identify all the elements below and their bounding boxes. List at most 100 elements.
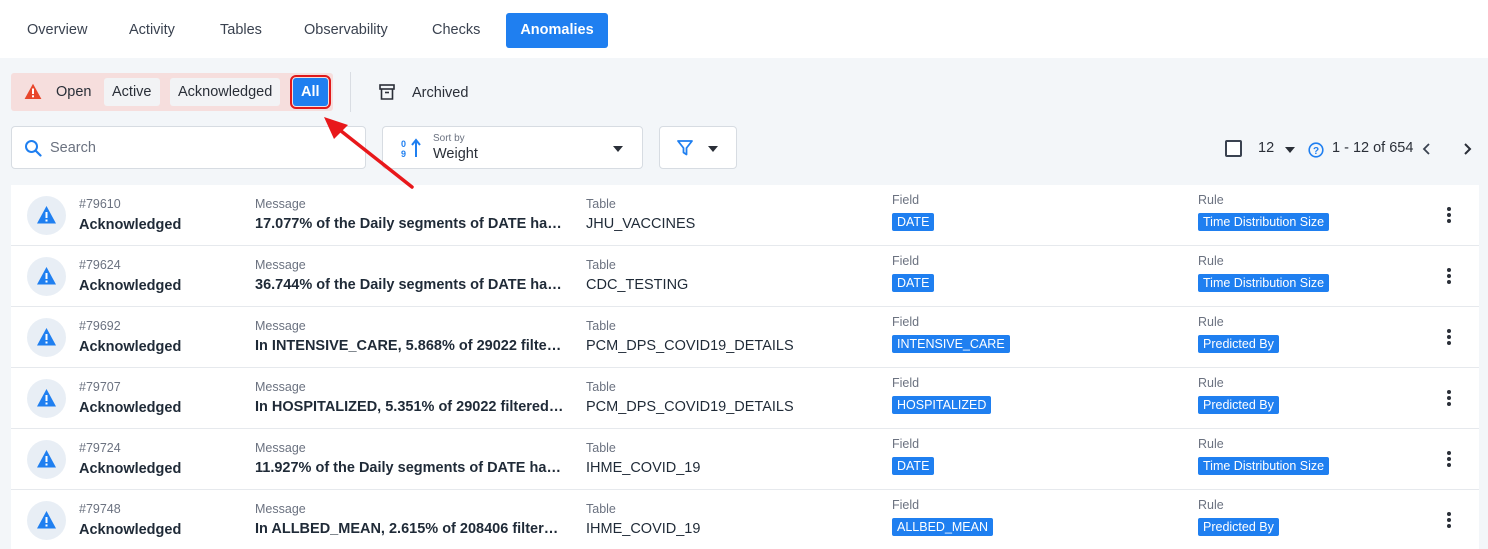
anomaly-status-icon	[27, 440, 66, 479]
sort-icon: 0 9	[401, 138, 421, 158]
pagination-range: 1 - 12 of 654	[1332, 140, 1414, 156]
chevron-down-icon	[708, 146, 718, 152]
anomaly-id: #79610	[79, 197, 121, 211]
anomaly-row[interactable]: #79724 Acknowledged Message 11.927% of t…	[11, 429, 1479, 490]
message-label: Message	[255, 380, 306, 394]
tab-checks[interactable]: Checks	[416, 13, 496, 48]
rule-badge: Predicted By	[1198, 335, 1279, 353]
anomaly-message: In ALLBED_MEAN, 2.615% of 208406 filtere…	[255, 521, 565, 537]
per-page-select[interactable]: 12	[1258, 140, 1274, 156]
svg-text:9: 9	[401, 149, 406, 158]
anomaly-table: PCM_DPS_COVID19_DETAILS	[586, 399, 794, 415]
table-label: Table	[586, 441, 616, 455]
archived-label: Archived	[412, 85, 469, 101]
tab-anomalies[interactable]: Anomalies	[506, 13, 608, 48]
anomaly-message: In HOSPITALIZED, 5.351% of 29022 filtere…	[255, 399, 565, 415]
rule-badge: Time Distribution Size	[1198, 274, 1329, 292]
tab-observability[interactable]: Observability	[288, 13, 404, 48]
more-vertical-icon[interactable]	[1444, 327, 1454, 347]
anomaly-row[interactable]: #79610 Acknowledged Message 17.077% of t…	[11, 185, 1479, 246]
status-acknowledged-button[interactable]: Acknowledged	[170, 78, 281, 106]
rule-label: Rule	[1198, 254, 1224, 268]
warning-triangle-icon	[37, 511, 56, 529]
more-vertical-icon[interactable]	[1444, 266, 1454, 286]
anomaly-message: 36.744% of the Daily segments of DATE ha…	[255, 277, 565, 293]
sort-value: Weight	[433, 146, 478, 162]
tab-activity[interactable]: Activity	[113, 13, 191, 48]
warning-triangle-icon	[37, 328, 56, 346]
anomaly-status: Acknowledged	[79, 217, 182, 233]
archived-button[interactable]: Archived	[378, 80, 468, 106]
select-all-checkbox[interactable]	[1225, 140, 1242, 157]
sort-select[interactable]: 0 9 Sort by Weight	[382, 126, 643, 169]
anomaly-status-icon	[27, 318, 66, 357]
anomaly-status-icon	[27, 379, 66, 418]
anomaly-row[interactable]: #79624 Acknowledged Message 36.744% of t…	[11, 246, 1479, 307]
message-label: Message	[255, 319, 306, 333]
tab-bar: Overview Activity Tables Observability C…	[0, 0, 1488, 58]
chevron-left-icon[interactable]	[1420, 140, 1434, 158]
message-label: Message	[255, 441, 306, 455]
anomaly-id: #79748	[79, 502, 121, 516]
anomaly-status-icon	[27, 501, 66, 540]
field-badge: INTENSIVE_CARE	[892, 335, 1010, 353]
anomaly-list: #79610 Acknowledged Message 17.077% of t…	[11, 185, 1479, 549]
anomaly-status-icon	[27, 257, 66, 296]
anomaly-message: In INTENSIVE_CARE, 5.868% of 29022 filte…	[255, 338, 565, 354]
anomaly-table: CDC_TESTING	[586, 277, 689, 293]
anomaly-id: #79707	[79, 380, 121, 394]
status-filter-group: Open Active Acknowledged All	[11, 73, 333, 111]
tab-overview[interactable]: Overview	[11, 13, 103, 48]
search-input[interactable]	[50, 135, 350, 161]
divider	[350, 72, 351, 112]
field-badge: HOSPITALIZED	[892, 396, 992, 414]
more-vertical-icon[interactable]	[1444, 510, 1454, 530]
anomaly-status: Acknowledged	[79, 522, 182, 538]
anomaly-table: JHU_VACCINES	[586, 216, 696, 232]
more-vertical-icon[interactable]	[1444, 449, 1454, 469]
field-badge: ALLBED_MEAN	[892, 518, 994, 536]
table-label: Table	[586, 197, 616, 211]
chevron-right-icon[interactable]	[1460, 140, 1474, 158]
message-label: Message	[255, 197, 306, 211]
anomaly-id: #79724	[79, 441, 121, 455]
archive-box-icon	[379, 84, 395, 100]
anomaly-table: IHME_COVID_19	[586, 521, 701, 537]
anomaly-status: Acknowledged	[79, 400, 182, 416]
anomaly-table: IHME_COVID_19	[586, 460, 701, 476]
anomaly-table: PCM_DPS_COVID19_DETAILS	[586, 338, 794, 354]
anomaly-row[interactable]: #79707 Acknowledged Message In HOSPITALI…	[11, 368, 1479, 429]
anomaly-message: 11.927% of the Daily segments of DATE ha…	[255, 460, 565, 476]
rule-badge: Predicted By	[1198, 396, 1279, 414]
warning-triangle-icon	[37, 389, 56, 407]
status-open-button[interactable]: Open	[48, 78, 99, 106]
chevron-down-icon[interactable]	[1285, 147, 1295, 153]
rule-label: Rule	[1198, 376, 1224, 390]
anomaly-row[interactable]: #79692 Acknowledged Message In INTENSIVE…	[11, 307, 1479, 368]
message-label: Message	[255, 258, 306, 272]
status-active-button[interactable]: Active	[104, 78, 160, 106]
field-label: Field	[892, 376, 920, 390]
filter-button[interactable]	[659, 126, 737, 169]
table-label: Table	[586, 319, 616, 333]
field-label: Field	[892, 498, 920, 512]
chevron-down-icon	[613, 146, 623, 152]
anomaly-status: Acknowledged	[79, 339, 182, 355]
field-label: Field	[892, 254, 920, 268]
more-vertical-icon[interactable]	[1444, 388, 1454, 408]
more-vertical-icon[interactable]	[1444, 205, 1454, 225]
warning-triangle-icon	[37, 450, 56, 468]
svg-text:0: 0	[401, 139, 406, 149]
help-circle-icon[interactable]: ?	[1308, 142, 1324, 158]
anomaly-row[interactable]: #79748 Acknowledged Message In ALLBED_ME…	[11, 490, 1479, 549]
tab-tables[interactable]: Tables	[204, 13, 278, 48]
warning-triangle-icon	[24, 83, 42, 99]
anomaly-message: 17.077% of the Daily segments of DATE ha…	[255, 216, 565, 232]
rule-label: Rule	[1198, 315, 1224, 329]
status-all-button[interactable]: All	[290, 75, 331, 109]
rule-badge: Time Distribution Size	[1198, 213, 1329, 231]
warning-triangle-icon	[37, 267, 56, 285]
field-label: Field	[892, 315, 920, 329]
table-label: Table	[586, 258, 616, 272]
warning-triangle-icon	[37, 206, 56, 224]
